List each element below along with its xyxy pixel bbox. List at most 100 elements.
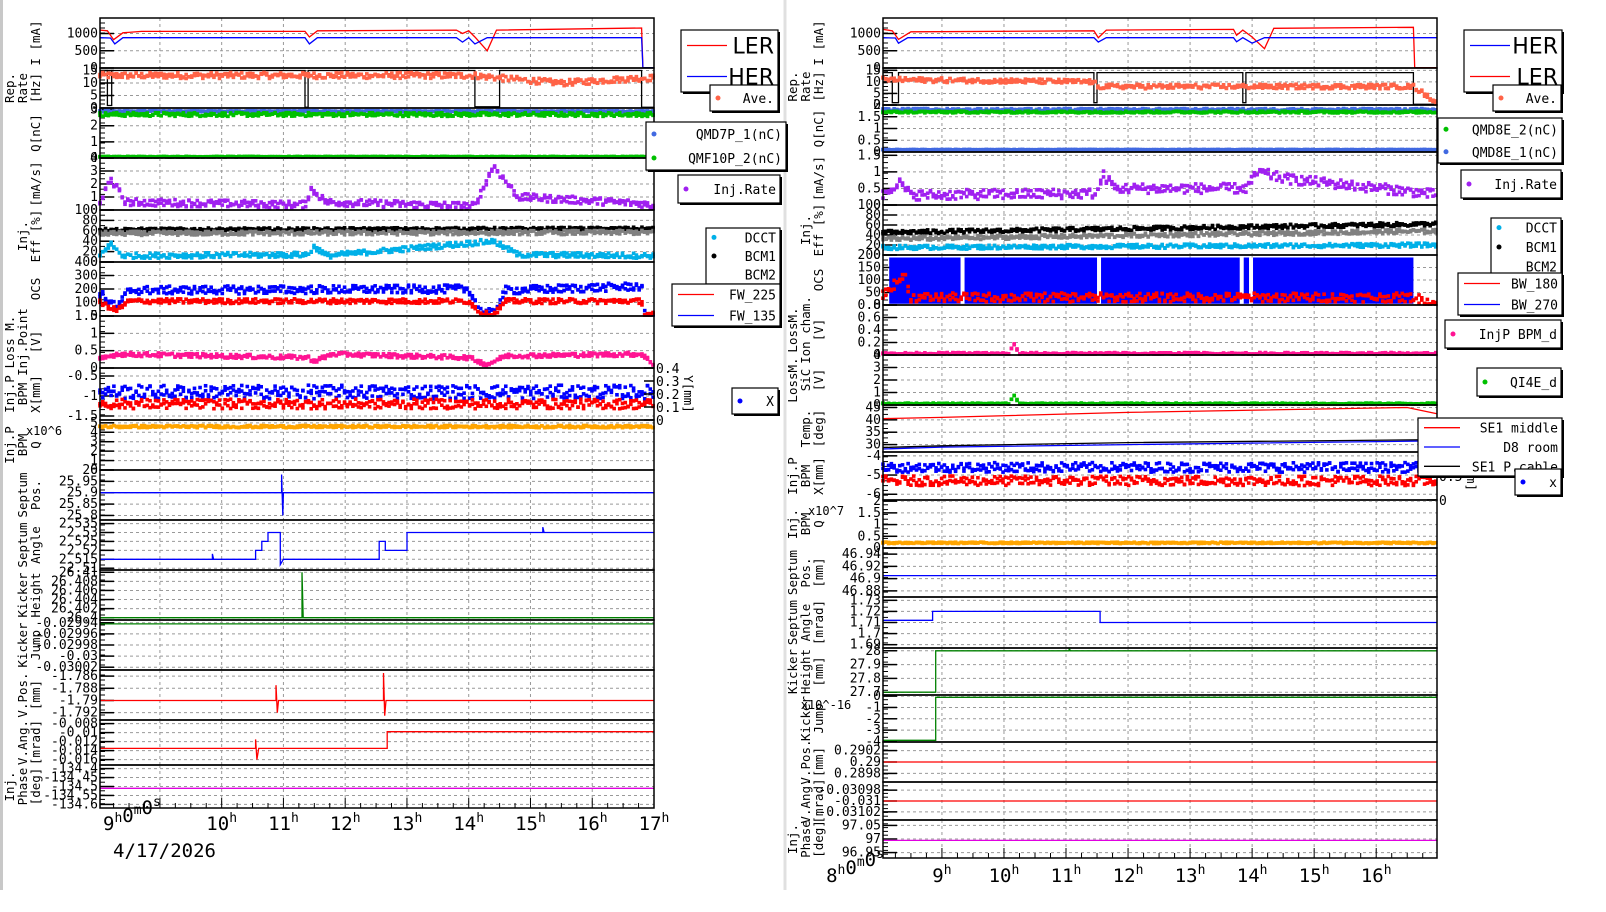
data-point [312, 396, 316, 401]
data-point [476, 200, 480, 205]
data-point [109, 176, 113, 181]
data-point [501, 79, 505, 83]
data-point [239, 383, 244, 388]
data-point [298, 394, 302, 398]
y-tick-label: 3 [90, 164, 98, 179]
data-point [131, 202, 136, 207]
data-point [201, 392, 205, 397]
data-point [231, 384, 236, 388]
y-tick-label: 500 [75, 44, 98, 59]
data-point [278, 289, 283, 294]
data-point [181, 389, 186, 394]
data-point [445, 385, 450, 390]
data-point [406, 248, 411, 253]
data-point [551, 297, 555, 301]
data-point [287, 391, 291, 396]
y-axis-label: OCS [28, 278, 43, 301]
data-point [442, 290, 447, 295]
data-point [501, 176, 505, 180]
data-point [540, 285, 544, 290]
data-point [226, 250, 230, 255]
data-point [484, 182, 489, 187]
data-point [598, 196, 603, 200]
data-point [634, 282, 639, 286]
data-point [303, 291, 308, 296]
data-point [540, 391, 544, 396]
data-point [428, 384, 433, 389]
data-point [390, 290, 394, 295]
data-point [337, 393, 341, 398]
data-point [309, 388, 314, 393]
data-point [245, 297, 250, 301]
data-point [114, 182, 119, 187]
data-point [645, 201, 650, 205]
data-point [181, 385, 186, 390]
data-point [239, 285, 244, 289]
data-point [162, 383, 166, 388]
data-point [195, 351, 200, 356]
data-point [623, 202, 628, 207]
data-point [253, 199, 258, 203]
data-point [234, 200, 238, 205]
data-point [289, 300, 294, 305]
data-point [114, 309, 119, 314]
data-point [112, 384, 116, 389]
data-point [384, 384, 389, 389]
data-point [220, 203, 225, 207]
data-point [164, 388, 169, 393]
data-point [220, 297, 225, 301]
data-point [453, 396, 458, 400]
data-point [120, 75, 125, 80]
data-point [109, 393, 113, 398]
data-point [189, 395, 194, 400]
data-point [381, 204, 386, 209]
data-point [287, 199, 291, 204]
data-point [176, 71, 180, 75]
data-point [428, 388, 433, 393]
data-point [248, 392, 252, 397]
data-point [503, 74, 508, 79]
data-point [545, 254, 550, 259]
data-point [123, 202, 127, 207]
data-point [173, 394, 177, 399]
data-point [423, 76, 427, 80]
data-point [192, 386, 197, 391]
data-point [167, 284, 172, 288]
data-point [167, 198, 172, 203]
data-point [314, 288, 319, 292]
data-point [398, 70, 402, 75]
data-point [376, 289, 380, 294]
data-point [139, 290, 144, 295]
data-point [284, 387, 289, 392]
y-tick-label: 1 [90, 326, 98, 341]
data-point [128, 386, 133, 391]
data-point [114, 247, 119, 252]
data-point [273, 384, 277, 388]
data-point [395, 290, 400, 295]
data-point [103, 187, 108, 192]
data-point [112, 299, 116, 304]
data-point [473, 298, 478, 302]
data-point [492, 396, 497, 400]
data-point [495, 169, 500, 173]
data-point [134, 197, 138, 202]
data-point [331, 284, 336, 288]
data-point [295, 388, 300, 393]
data-point [437, 242, 441, 246]
data-point [512, 232, 516, 237]
data-point [359, 198, 364, 202]
data-point [359, 384, 364, 388]
data-point [440, 357, 444, 361]
data-point [370, 394, 375, 398]
data-point [276, 389, 280, 394]
data-point [406, 389, 411, 394]
data-point [267, 396, 272, 401]
data-point [239, 71, 244, 75]
data-point [412, 283, 416, 288]
data-point [181, 301, 186, 305]
y-tick-label: 200 [75, 282, 98, 297]
data-point [251, 287, 255, 291]
data-point [645, 355, 650, 360]
data-point [145, 284, 150, 289]
data-point [139, 385, 144, 389]
